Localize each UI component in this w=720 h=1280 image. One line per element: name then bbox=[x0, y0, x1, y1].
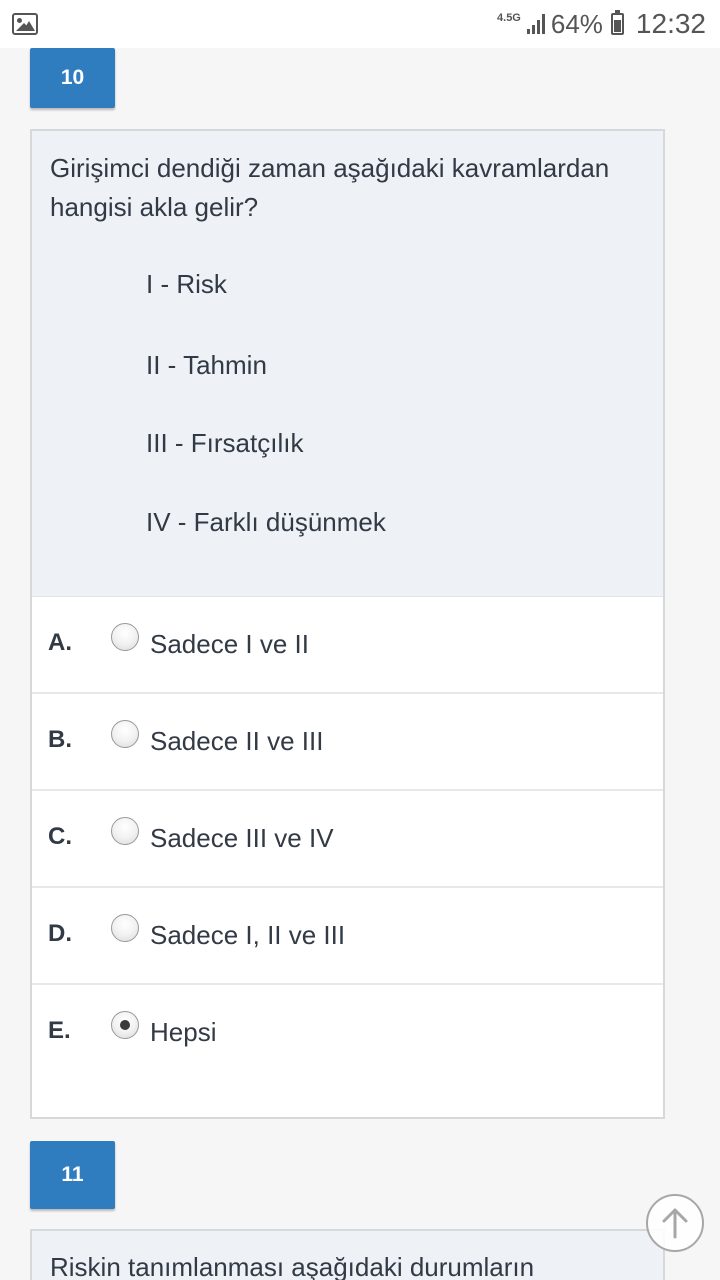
scroll-to-top-button[interactable] bbox=[646, 1194, 704, 1252]
question-number-badge: 11 bbox=[30, 1141, 115, 1209]
answer-option-c[interactable]: C. Sadece III ve IV bbox=[32, 791, 663, 888]
signal-icon bbox=[526, 14, 545, 34]
option-text[interactable]: Sadece I ve II bbox=[150, 629, 309, 660]
answer-option-b[interactable]: B. Sadece II ve III bbox=[32, 694, 663, 791]
question-stem: Girişimci dendiği zaman aşağıdaki kavram… bbox=[32, 131, 663, 597]
status-bar: 4.5G 64% 12:32 bbox=[0, 0, 720, 48]
radio-button[interactable] bbox=[111, 623, 139, 651]
answer-option-a[interactable]: A. Sadece I ve II bbox=[32, 597, 663, 694]
option-text[interactable]: Hepsi bbox=[150, 1017, 216, 1048]
image-icon bbox=[12, 13, 38, 35]
arrow-up-circle-icon bbox=[662, 1208, 688, 1239]
option-text[interactable]: Sadece III ve IV bbox=[150, 823, 334, 854]
option-text[interactable]: Sadece I, II ve III bbox=[150, 920, 345, 951]
radio-button-selected[interactable] bbox=[111, 1011, 139, 1039]
question-text: Riskin tanımlanması aşağıdaki durumların bbox=[50, 1252, 535, 1280]
battery-percent: 64% bbox=[550, 8, 603, 39]
statement-list: I - Risk II - Tahmin III - Fırsatçılık I… bbox=[50, 259, 645, 573]
statement-item: I - Risk bbox=[146, 269, 227, 299]
option-letter: E. bbox=[48, 1017, 71, 1044]
answer-option-e[interactable]: E. Hepsi bbox=[32, 985, 663, 1122]
question-card: Riskin tanımlanması aşağıdaki durumların bbox=[30, 1229, 665, 1280]
question-text: Girişimci dendiği zaman aşağıdaki kavram… bbox=[50, 153, 610, 222]
question-card: Girişimci dendiği zaman aşağıdaki kavram… bbox=[30, 129, 665, 1119]
statement-item: IV - Farklı düşünmek bbox=[146, 506, 386, 537]
network-type: 4.5G bbox=[497, 11, 521, 24]
statement-item: III - Fırsatçılık bbox=[146, 428, 304, 458]
option-letter: B. bbox=[48, 726, 72, 753]
option-letter: A. bbox=[48, 629, 72, 656]
statement-item: II - Tahmin bbox=[146, 349, 267, 380]
radio-button[interactable] bbox=[111, 914, 139, 942]
option-letter: C. bbox=[48, 823, 72, 850]
radio-button[interactable] bbox=[111, 817, 139, 845]
status-indicators: 4.5G 64% 12:32 bbox=[497, 8, 706, 40]
question-number-badge: 10 bbox=[30, 48, 115, 108]
battery-icon bbox=[610, 10, 624, 35]
option-text[interactable]: Sadece II ve III bbox=[150, 726, 323, 757]
radio-button[interactable] bbox=[111, 720, 139, 748]
clock: 12:32 bbox=[635, 8, 706, 39]
answer-option-d[interactable]: D. Sadece I, II ve III bbox=[32, 888, 663, 985]
option-letter: D. bbox=[48, 920, 72, 947]
